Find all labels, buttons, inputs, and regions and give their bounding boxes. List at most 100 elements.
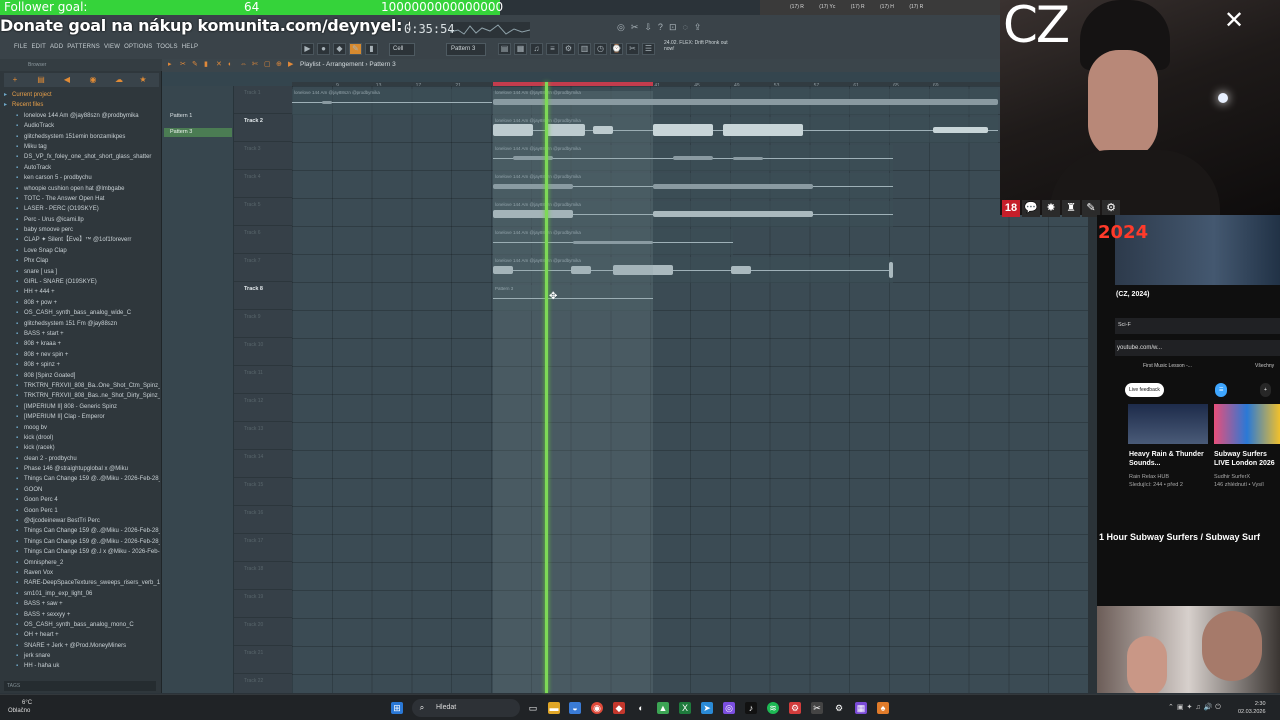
slice-icon[interactable]: ✄ [252,61,260,69]
browser-file[interactable]: ▪ 808 + kraaa + [4,339,160,349]
video-title[interactable]: Heavy Rain & Thunder Sounds... [1129,450,1209,468]
browser-file[interactable]: ▪ Goon Perc 4 [4,495,160,505]
browser-file[interactable]: ▪ AudioTrack [4,121,160,131]
browser-tags[interactable]: TAGS [4,681,156,691]
browser-file[interactable]: ▪ OS_CASH_synth_bass_analog_wide_C [4,308,160,318]
browser-file[interactable]: ▪ clean 2 - prodbychu [4,454,160,464]
weather-widget[interactable]: 6°C Oblačno [8,699,32,715]
plugin-picker-button[interactable]: ⚙ [562,43,575,55]
browser-file[interactable]: ▪ TOTC - The Answer Open Hat [4,194,160,204]
video-thumbnail-rain[interactable] [1128,404,1208,444]
track-header[interactable]: Track 8 [234,282,292,310]
draw-tool-button[interactable]: ✎ [349,43,362,55]
clock[interactable]: 2:30 02.03.2026 [1238,700,1266,716]
track-header[interactable]: Track 18 [234,562,292,590]
browser-file[interactable]: ▪ Things Can Change 159 @..l x @Miku - 20… [4,547,160,557]
menu-item[interactable]: OPTIONS [124,44,152,50]
all-files-icon[interactable]: + [10,75,20,85]
now-playing-title[interactable]: 1 Hour Subway Surfers / Subway Surf [1099,532,1260,542]
browser-file[interactable]: ▪ Things Can Change 159 @..@Miku - 2026-F… [4,474,160,484]
browser-folder[interactable]: ▸ Current project [4,90,160,100]
browser-file[interactable]: ▪ GOON [4,485,160,495]
app-icon[interactable]: ◆ [613,702,625,714]
browser-file[interactable]: ▪ Goon Perc 1 [4,506,160,516]
chrome-tab[interactable]: (17) R [909,4,923,10]
browser-file[interactable]: ▪ CLAP ✦ Silent【Eve】™ @1of1foreverr [4,235,160,245]
pattern-item[interactable]: Pattern 1 [164,112,232,121]
track-header[interactable]: Track 9 [234,310,292,338]
mute-icon[interactable]: ◐ [228,61,236,69]
live-feedback-chip[interactable]: Live feedback [1125,383,1164,397]
video-thumbnail-subway[interactable] [1214,404,1280,444]
playback-icon[interactable]: ▶ [288,61,296,69]
obs-icon[interactable]: ◐ [635,702,647,714]
browser-file[interactable]: ▪ TRKTRN_FRXVII_808_Ba..One_Shot_Ctm_Spin… [4,381,160,391]
delete-icon[interactable]: ✕ [216,61,224,69]
app-icon[interactable]: ⚙ [789,702,801,714]
select-icon[interactable]: ▢ [264,61,272,69]
audio-clip[interactable]: lonelove 144 Am @jay88szn @prodbymika [292,89,492,115]
channel-rack-button[interactable]: ▦ [514,43,527,55]
taskbar-search[interactable]: Hledat [412,699,520,717]
browser-file[interactable]: ▪ LASER - PERC (O19SKYE) [4,204,160,214]
browser-folder[interactable]: ▸ Recent files [4,100,160,110]
excel-icon[interactable]: X [679,702,691,714]
track-header[interactable]: Track 13 [234,422,292,450]
browser-file[interactable]: ▪ snare [ usa ] [4,267,160,277]
browser-file[interactable]: ▪ Things Can Change 159 @..@Miku - 2026-F… [4,526,160,536]
edge-icon[interactable]: ◒ [569,702,581,714]
address-bar[interactable]: youtube.com/w... [1115,340,1280,356]
chrome-tab[interactable]: (17) Yc [819,4,835,10]
playlist-menu-icon[interactable]: ▸ [168,61,176,69]
browser-file[interactable]: ▪ 808 + pow + [4,298,160,308]
menu-item[interactable]: EDIT [31,44,45,50]
menu-item[interactable]: VIEW [104,44,120,50]
browser-file[interactable]: ▪ HH + 444 + [4,287,160,297]
browser-file[interactable]: ▪ GIRL - SNARE (O19SKYE) [4,277,160,287]
star-icon[interactable]: ★ [138,75,148,85]
browser-file[interactable]: ▪ Love Snap Clap [4,246,160,256]
browser-file[interactable]: ▪ [IMPERIUM II] Clap - Emperor [4,412,160,422]
play-button[interactable]: ▶ [301,43,314,55]
browser-file[interactable]: ▪ SNARE + Jerk + @Prod.MoneyMiners [4,641,160,651]
track-header[interactable]: Track 6 [234,226,292,254]
add-chip-icon[interactable]: + [1260,383,1271,397]
browser-file[interactable]: ▪ [IMPERIUM II] 808 - Generic Spinz [4,402,160,412]
browser-file[interactable]: ▪ kick (drool) [4,433,160,443]
browser-file[interactable]: ▪ DS_VP_fx_foley_one_shot_short_glass_sha… [4,152,160,162]
settings-button[interactable]: ☰ [642,43,655,55]
track-header[interactable]: Track 14 [234,450,292,478]
app-icon[interactable]: ▲ [657,702,669,714]
chip-menu-icon[interactable]: ☰ [1215,383,1228,397]
browser-file[interactable]: ▪ sm101_imp_exp_light_06 [4,589,160,599]
browser-file[interactable]: ▪ Raven Vox [4,568,160,578]
track-header[interactable]: Track 19 [234,590,292,618]
browser-file[interactable]: ▪ Things Can Change 159 @..@Miku - 2026-F… [4,537,160,547]
pattern-mode-button[interactable]: ◆ [333,43,346,55]
browser-file[interactable]: ▪ Omnisphere_2 [4,558,160,568]
magnet-icon[interactable]: ✂ [180,61,188,69]
menu-item[interactable]: PATTERNS [67,44,100,50]
browser-file[interactable]: ▪ OH + heart + [4,630,160,640]
mixer-button[interactable]: ▤ [498,43,511,55]
bookmark-all[interactable]: Všechny [1255,360,1274,372]
sound-icon[interactable]: ◉ [88,75,98,85]
browser-file[interactable]: ▪ Perc - Urus @icami.llp [4,215,160,225]
browser-file[interactable]: ▪ BASS + start + [4,329,160,339]
menu-item[interactable]: TOOLS [157,44,178,50]
system-tray[interactable]: ⌃▣✦♫🔊⏻ [1168,703,1224,712]
browser-file[interactable]: ▪ Phase 146 @straightupglobal x @Miku [4,464,160,474]
slip-icon[interactable]: ⇔ [240,61,248,69]
tempo-button[interactable]: ⌚ [610,43,623,55]
browser-file[interactable]: ▪ BASS + sexxyy + [4,610,160,620]
browser-file[interactable]: ▪ 808 + spinz + [4,360,160,370]
menu-item[interactable]: HELP [182,44,198,50]
browser-file[interactable]: ▪ AutoTrack [4,163,160,173]
paint-tool-button[interactable]: ▮ [365,43,378,55]
track-header[interactable]: Track 5 [234,198,292,226]
cloud-icon[interactable]: ☁ [114,75,124,85]
playhead[interactable] [545,82,548,693]
browser-file[interactable]: ▪ Miku tag [4,142,160,152]
tiktok-icon[interactable]: ♪ [745,702,757,714]
browser-file[interactable]: ▪ glitchedsystem 151emin bonzamikpes [4,132,160,142]
